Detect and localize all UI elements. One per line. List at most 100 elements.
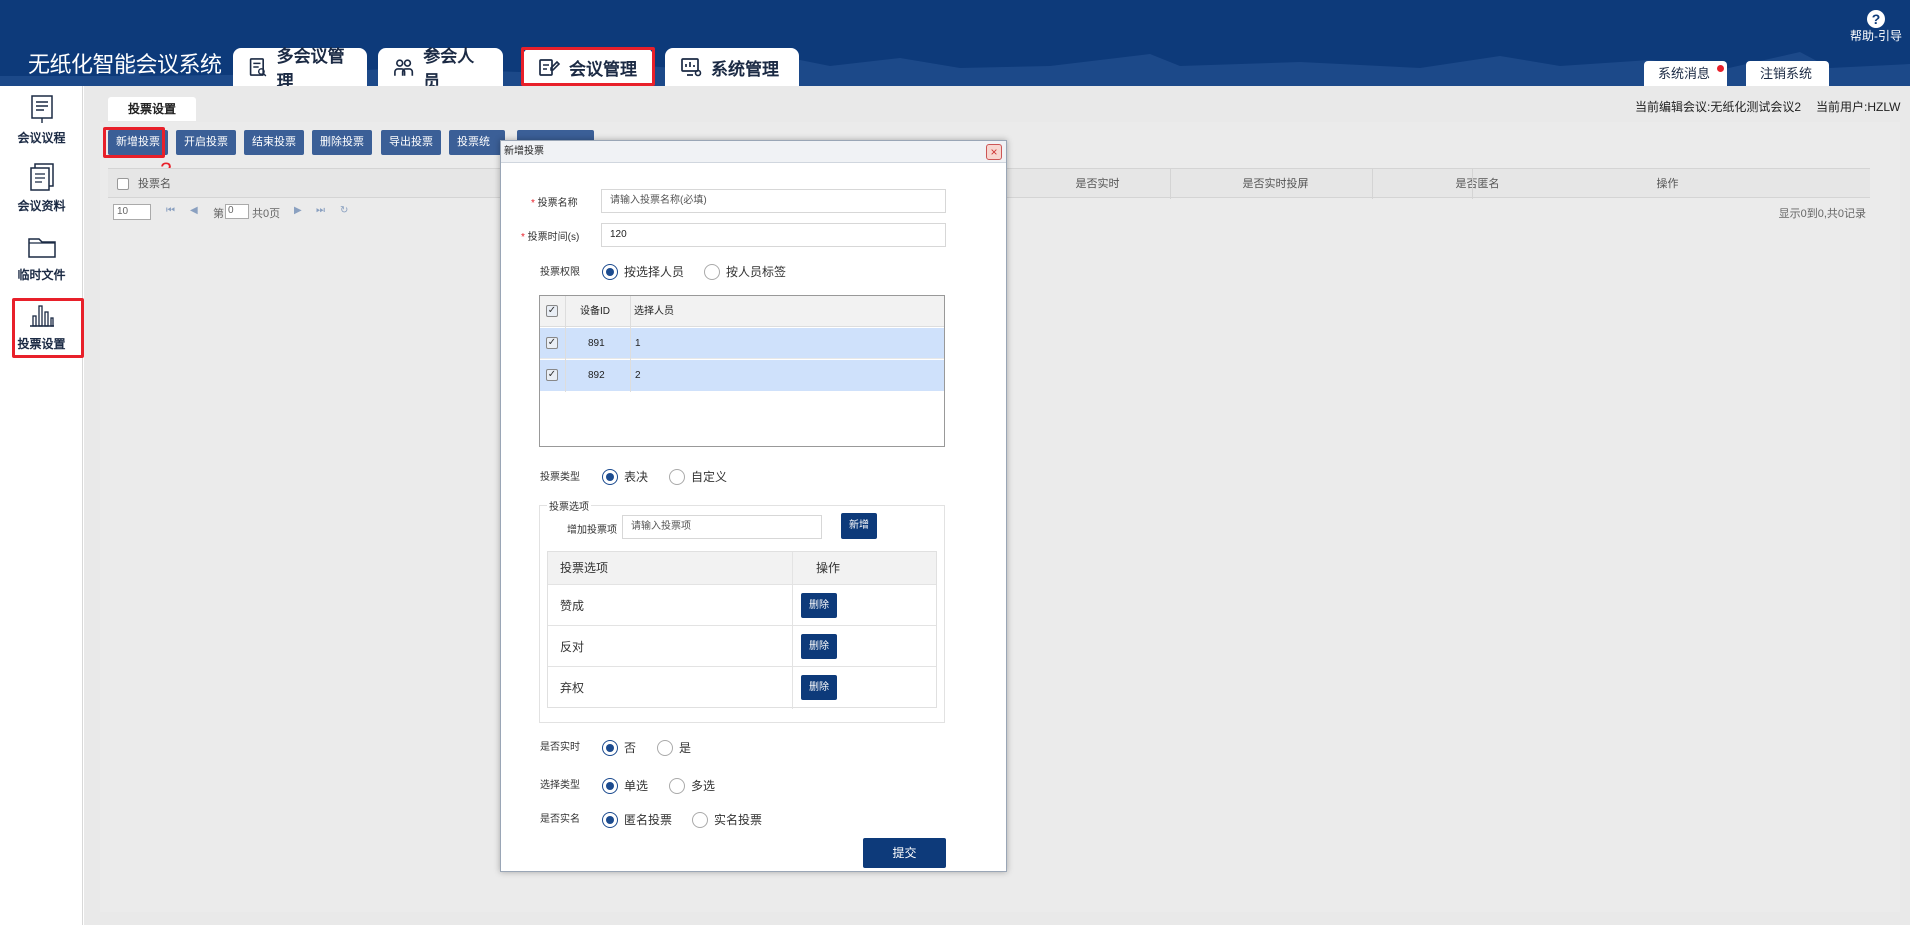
dialog-title: 新增投票 xyxy=(501,141,1006,163)
option-row: 赞成 删除 xyxy=(548,586,936,626)
help-guide-label: 帮助-引导 xyxy=(1850,29,1902,43)
option-row: 反对 删除 xyxy=(548,627,936,667)
tab-system-manage[interactable]: 系统管理 xyxy=(665,48,799,86)
people-row-device-id: 892 xyxy=(588,370,605,381)
current-meeting-text: 当前编辑会议:无纸化测试会议2 xyxy=(1635,100,1802,114)
permission-by-person-radio[interactable]: 按选择人员 xyxy=(602,263,684,280)
logout-label: 注销系统 xyxy=(1760,66,1813,81)
select-all-checkbox[interactable] xyxy=(117,178,129,191)
people-table: ✓ 设备ID 选择人员 ✓ 891 1 ✓ 892 2 xyxy=(539,295,945,447)
vote-time-label: * 投票时间(s) xyxy=(521,232,580,243)
prev-page-icon[interactable]: ◀ xyxy=(190,205,198,216)
realtime-yes-radio[interactable]: 是 xyxy=(657,739,691,756)
attendees-icon xyxy=(394,59,414,76)
app-title: 无纸化智能会议系统 xyxy=(28,53,222,78)
tab-attendees-label: 参会人员 xyxy=(423,47,475,86)
end-vote-button[interactable]: 结束投票 xyxy=(244,130,304,155)
col-actions: 操作 xyxy=(1472,169,1862,199)
highlight-step-2 xyxy=(12,298,84,358)
refresh-icon[interactable]: ↻ xyxy=(340,205,348,216)
people-select-all-checkbox[interactable]: ✓ xyxy=(546,305,558,317)
help-guide-button[interactable]: ? 帮助-引导 xyxy=(1850,10,1902,43)
submit-button[interactable]: 提交 xyxy=(863,838,946,868)
anonymous-vote-radio[interactable]: 匿名投票 xyxy=(602,811,672,828)
people-row[interactable]: ✓ 891 1 xyxy=(540,328,944,359)
vote-permission-label: 投票权限 xyxy=(540,267,580,278)
delete-vote-button[interactable]: 删除投票 xyxy=(312,130,372,155)
col-realtime-screen: 是否实时投屏 xyxy=(1170,169,1380,199)
options-table-header: 投票选项 操作 xyxy=(548,552,936,585)
delete-option-button[interactable]: 删除 xyxy=(801,593,837,618)
named-vote-radio[interactable]: 实名投票 xyxy=(692,811,762,828)
option-row: 弃权 删除 xyxy=(548,668,936,708)
agenda-icon xyxy=(30,95,53,123)
realtime-label: 是否实时 xyxy=(540,742,580,753)
col-realtime: 是否实时 xyxy=(1002,169,1192,199)
tab-multi-meeting[interactable]: 多会议管理 xyxy=(233,47,367,86)
type-decision-radio[interactable]: 表决 xyxy=(602,468,648,485)
folder-icon xyxy=(27,238,56,258)
sidebar-item-agenda[interactable]: 会议议程 xyxy=(0,88,83,156)
sidebar-item-temp-files[interactable]: 临时文件 xyxy=(0,225,83,293)
permission-by-tag-radio[interactable]: 按人员标签 xyxy=(704,263,786,280)
add-option-input[interactable]: 请输入投票项 xyxy=(622,515,822,539)
current-user-text: 当前用户:HZLW xyxy=(1816,100,1901,114)
system-messages-label: 系统消息 xyxy=(1658,66,1711,81)
vote-time-input[interactable]: 120 xyxy=(601,223,946,247)
multi-choice-radio[interactable]: 多选 xyxy=(669,777,715,794)
option-row-label: 赞成 xyxy=(560,599,585,613)
anonymous-label: 是否实名 xyxy=(540,814,580,825)
people-col-device-id: 设备ID xyxy=(580,306,610,317)
page-prefix: 第 xyxy=(213,208,224,220)
page-number-input[interactable]: 0 xyxy=(225,204,249,219)
people-col-person: 选择人员 xyxy=(634,306,674,317)
tab-multi-meeting-label: 多会议管理 xyxy=(276,47,345,86)
people-col-divider xyxy=(565,296,566,392)
people-row-checkbox[interactable]: ✓ xyxy=(546,337,558,349)
select-type-label: 选择类型 xyxy=(540,780,580,791)
delete-option-button[interactable]: 删除 xyxy=(801,675,837,700)
add-option-button[interactable]: 新增 xyxy=(841,513,877,539)
sidebar-item-documents[interactable]: 会议资料 xyxy=(0,156,83,224)
last-page-icon[interactable]: ⏭ xyxy=(316,205,325,216)
page-size-select[interactable]: 10 xyxy=(113,204,151,220)
system-manage-icon xyxy=(681,58,702,77)
export-vote-button[interactable]: 导出投票 xyxy=(381,130,441,155)
tab-attendees[interactable]: 参会人员 xyxy=(378,47,503,86)
col-vote-name: 投票名称 xyxy=(138,178,171,220)
tab-vote-settings[interactable]: 投票设置 xyxy=(108,97,197,121)
unread-dot xyxy=(1717,65,1724,72)
add-option-label: 增加投票项 xyxy=(567,525,617,536)
options-col-option: 投票选项 xyxy=(560,561,609,575)
close-icon[interactable]: × xyxy=(986,144,1002,160)
sidebar-item-documents-label: 会议资料 xyxy=(17,199,66,213)
logout-button[interactable]: 注销系统 xyxy=(1746,61,1829,86)
system-messages-button[interactable]: 系统消息 xyxy=(1644,61,1727,86)
delete-option-button[interactable]: 删除 xyxy=(801,634,837,659)
select-all-cell xyxy=(108,169,138,199)
vote-type-label: 投票类型 xyxy=(540,472,580,483)
pager-summary: 显示0到0,共0记录 xyxy=(1778,208,1866,220)
meeting-list-icon xyxy=(249,58,267,77)
start-vote-button[interactable]: 开启投票 xyxy=(176,130,236,155)
first-page-icon[interactable]: ⏮ xyxy=(166,205,175,216)
realtime-no-radio[interactable]: 否 xyxy=(602,739,636,756)
option-row-label: 反对 xyxy=(560,640,585,654)
documents-icon xyxy=(29,163,54,191)
highlight-step-3 xyxy=(103,127,165,158)
next-page-icon[interactable]: ▶ xyxy=(294,205,302,216)
options-col-divider xyxy=(792,552,793,709)
people-row-checkbox[interactable]: ✓ xyxy=(546,369,558,381)
app-header: 无纸化智能会议系统 多会议管理 参会人员 会议管理 系统管理 ? 帮助-引导 系… xyxy=(0,0,1910,86)
page-total: 共0页 xyxy=(252,208,281,220)
people-table-header: ✓ 设备ID 选择人员 xyxy=(540,296,944,327)
sidebar-item-temp-files-label: 临时文件 xyxy=(17,268,66,282)
people-row-device-id: 891 xyxy=(588,338,605,349)
sidebar: 会议议程 会议资料 临时文件 投票设置 xyxy=(0,86,83,925)
vote-name-input[interactable]: 请输入投票名称(必填) xyxy=(601,189,946,213)
people-row[interactable]: ✓ 892 2 xyxy=(540,360,944,391)
type-custom-radio[interactable]: 自定义 xyxy=(669,468,727,485)
single-choice-radio[interactable]: 单选 xyxy=(602,777,648,794)
question-icon: ? xyxy=(1867,10,1885,28)
vote-stats-button[interactable]: 投票统计 xyxy=(449,130,505,155)
